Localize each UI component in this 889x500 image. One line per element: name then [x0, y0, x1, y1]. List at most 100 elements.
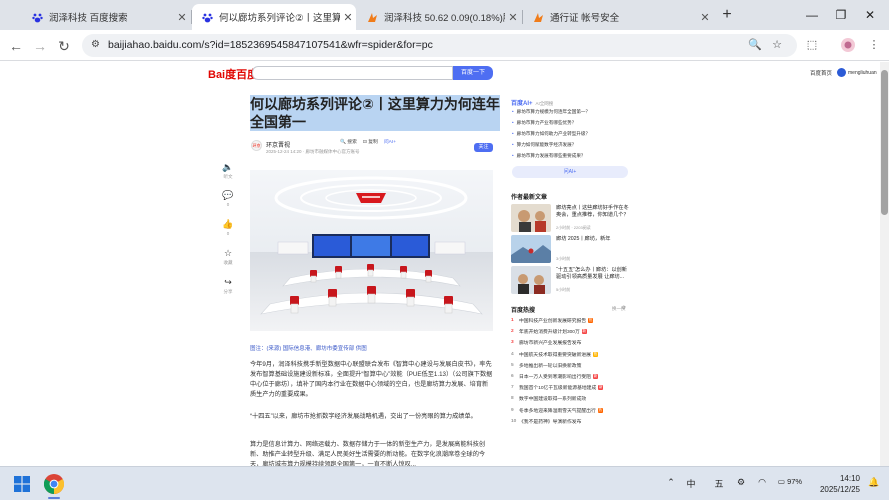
follow-button[interactable]: 关注 — [474, 143, 493, 152]
hot-list-item[interactable]: 2 年底开始消费升级计划300万新 — [511, 328, 587, 335]
new-tab-button[interactable]: + — [717, 6, 737, 26]
zoom-icon[interactable]: 🔍 — [748, 38, 762, 52]
article-card[interactable]: “十五五”怎么办丨廊坊：以创新驱动引领高质量发展 让廊坊... 5小时前 — [511, 266, 629, 294]
comment-count: 0 — [226, 202, 230, 207]
ai-question[interactable]: • 廊坊市算力发展有哪些重要成果？ — [512, 153, 586, 159]
baidu-search-button[interactable]: 百度一下 — [453, 66, 493, 80]
hot-list-item[interactable]: 7 我国首个10亿千瓦级新能源基地建成新 — [511, 384, 604, 391]
back-button[interactable]: ← — [6, 36, 26, 56]
bullet-icon: • — [512, 131, 514, 136]
tab-close-icon[interactable]: ✕ — [174, 11, 190, 24]
ime-mode-indicator[interactable]: 五 — [712, 477, 726, 490]
hot-item-text: 中国航天技术取得重要突破新进展 — [519, 352, 591, 358]
user-menu[interactable]: mengliuhuan — [837, 68, 877, 77]
hot-badge: 热 — [592, 351, 598, 357]
notification-bell-icon[interactable]: 🔔 — [868, 477, 880, 488]
hot-list-title: 百度热搜 — [511, 308, 536, 314]
address-bar[interactable]: ⚙ baijiahao.baidu.com/s?id=1852369545847… — [82, 34, 797, 57]
menu-icon[interactable]: ⋮ — [866, 38, 882, 54]
hot-list-item[interactable]: 1 中国科技产业创新发展研究报告热 — [511, 317, 594, 324]
baidu-logo[interactable]: Bai度百度 — [208, 66, 258, 82]
hot-badge: 热 — [597, 407, 603, 413]
chrome-icon[interactable] — [43, 474, 65, 495]
article-card-title: 廊坊亮点丨这些廊坊好手作在冬奥会，重点推荐，你知道几个？ — [556, 205, 629, 218]
article-card[interactable]: 廊坊 2025丨廊坊，新年 3小时前 — [511, 235, 629, 263]
scrollbar-thumb[interactable] — [881, 70, 888, 215]
url-text[interactable]: baijiahao.baidu.com/s?id=185236954584710… — [108, 39, 433, 51]
restore-button[interactable]: ❐ — [831, 5, 851, 25]
hot-list-item[interactable]: 3 廊坊市新兴产业发展报告发布 — [511, 339, 581, 346]
collect-button[interactable]: ☆ 收藏 — [221, 248, 235, 266]
ime-language-indicator[interactable]: 中 — [684, 477, 698, 490]
tray-overflow-icon[interactable]: ⌃ — [665, 477, 677, 488]
tab-baidu-search[interactable]: 润泽科技 百度搜索 ✕ — [22, 4, 190, 30]
hot-item-text: 冬季多地迎来降温雨雪天气提醒出行 — [519, 408, 596, 414]
hot-rank: 1 — [511, 318, 514, 323]
comment-icon: 💬 — [222, 190, 234, 200]
ai-question[interactable]: • 廊坊市算力如何助力产业转型升级？ — [512, 131, 590, 137]
article-paragraph: 今年9月，润泽科技携手新型数据中心联盟联合发布《智算中心建设与发展白皮书》，率先… — [250, 361, 493, 398]
comment-button[interactable]: 💬 0 — [221, 190, 235, 208]
copy-tool[interactable]: ⊡ 复制 — [363, 138, 378, 145]
wifi-icon[interactable]: ◠ — [756, 477, 768, 488]
hot-item-text: 年底开始消费升级计划300万 — [519, 330, 580, 336]
extensions-icon[interactable]: ⬚ — [804, 38, 820, 54]
share-button[interactable]: ↪ 分享 — [221, 277, 235, 295]
image-caption: 图注：(来源) 国际信息港、廊坊市委宣传部 供图 — [250, 346, 367, 352]
tab-account-security[interactable]: 通行证 帐号安全 ✕ — [523, 4, 713, 30]
settings-icon[interactable]: ⚙ — [735, 477, 747, 488]
ai-question-text: 算力如何赋能数字经济发展？ — [516, 142, 577, 147]
baidu-home-link[interactable]: 百度首页 — [810, 69, 832, 77]
system-clock[interactable]: 14:10 2025/12/25 — [816, 473, 860, 495]
baidu-search-input[interactable] — [252, 66, 453, 80]
forward-button[interactable]: → — [30, 36, 50, 56]
minimize-button[interactable]: — — [802, 5, 822, 25]
tab-article[interactable]: 何以廊坊系列评论②丨这里算力 ✕ — [192, 4, 356, 30]
profile-avatar[interactable] — [840, 38, 856, 54]
bookmark-star-icon[interactable]: ☆ — [770, 38, 784, 52]
like-count: 0 — [226, 231, 230, 236]
user-name: mengliuhuan — [848, 69, 877, 76]
article-card-meta: 5小时前 — [556, 287, 571, 292]
hot-list-item[interactable]: 9 冬季多地迎来降温雨雪天气提醒出行热 — [511, 407, 603, 414]
collect-icon: ☆ — [223, 248, 233, 258]
search-tool[interactable]: 🔍 搜索 — [340, 138, 357, 145]
windows-start-icon[interactable] — [14, 476, 30, 492]
tab-stock-quote[interactable]: 润泽科技 50.62 0.09(0.18%)股 ✕ — [357, 4, 521, 30]
tab-strip: 润泽科技 百度搜索 ✕ 何以廊坊系列评论②丨这里算力 ✕ 润泽科技 50.62 … — [0, 0, 889, 30]
author-name[interactable]: 环京晋视 — [266, 140, 290, 149]
article-card-title: 廊坊 2025丨廊坊，新年 — [556, 236, 611, 242]
ai-panel-title: 百度AI+ AI全网搜 — [511, 98, 553, 107]
tab-close-icon[interactable]: ✕ — [340, 11, 356, 24]
hot-list-item[interactable]: 8 数字中国建设取得一系列新成效 — [511, 395, 586, 402]
author-avatar[interactable]: 环京 — [251, 140, 262, 151]
ask-ai-button[interactable]: 问AI+ — [512, 166, 628, 178]
site-info-icon[interactable]: ⚙ — [91, 39, 103, 51]
bullet-icon: • — [512, 109, 514, 114]
clock-time: 14:10 — [839, 474, 860, 483]
ai-question[interactable]: • 廊坊市算力规模为何连年全国第一？ — [512, 109, 590, 115]
bullet-icon: • — [512, 153, 514, 158]
reload-button[interactable]: ↻ — [54, 36, 74, 56]
refresh-icon[interactable]: ⟳ — [622, 305, 626, 311]
tab-close-icon[interactable]: ✕ — [697, 11, 713, 24]
page-scrollbar[interactable] — [880, 62, 889, 466]
article-card[interactable]: 廊坊亮点丨这些廊坊好手作在冬奥会，重点推荐，你知道几个？ 2小时前 · 2203… — [511, 204, 629, 232]
ai-question[interactable]: • 算力如何赋能数字经济发展？ — [512, 142, 576, 148]
battery-indicator[interactable]: ▭ 97% — [772, 477, 808, 486]
baidu-logo-text: Bai度百度 — [208, 69, 259, 81]
hot-list-item[interactable]: 10 《我不是药神》导演新作发布 — [511, 418, 581, 425]
hot-list-item[interactable]: 5 多地推出新一轮以旧换新政策 — [511, 362, 581, 369]
hot-rank: 5 — [511, 362, 514, 368]
close-window-button[interactable]: ✕ — [860, 5, 880, 25]
hot-list-item[interactable]: 4 中国航天技术取得重要突破新进展热 — [511, 351, 598, 358]
ask-ai-tool[interactable]: 问AI+ — [384, 138, 396, 145]
like-button[interactable]: 👍 0 — [221, 219, 235, 237]
ai-question[interactable]: • 廊坊市算力产业有哪些优势？ — [512, 120, 576, 126]
listen-button[interactable]: 🔈 听文 — [221, 162, 235, 180]
article-thumbnail — [511, 266, 551, 294]
ai-title: 百度AI+ — [511, 101, 533, 107]
hot-badge: 新 — [581, 329, 587, 335]
tab-close-icon[interactable]: ✕ — [505, 11, 521, 24]
hot-list-item[interactable]: 6 日本一万人受到寒潮影响出行受阻新 — [511, 373, 598, 380]
